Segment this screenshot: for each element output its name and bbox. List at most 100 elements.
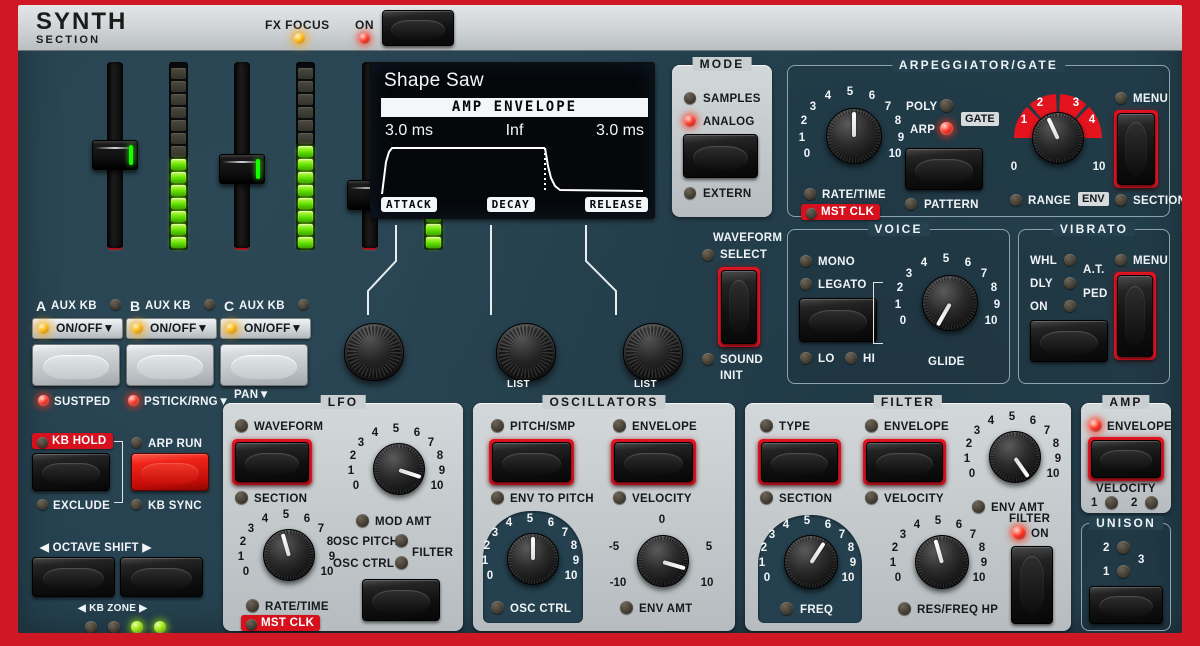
amp-envelope-button[interactable] <box>1091 440 1161 478</box>
amp-velocity-num-1: 1 <box>1091 497 1098 509</box>
lcd-display[interactable]: Shape Saw AMP ENVELOPE 3.0 ms Inf 3.0 ms… <box>370 62 655 219</box>
lfo-waveform-button-hl[interactable] <box>232 439 312 485</box>
vibrato-menu-button[interactable] <box>1117 275 1153 357</box>
glide-knob[interactable] <box>922 275 978 331</box>
fader-a-cap[interactable] <box>92 140 138 170</box>
filter-type-button-hl[interactable] <box>758 439 841 485</box>
osc-ctrl-knob[interactable] <box>507 533 559 585</box>
filter-section-label: SECTION <box>779 493 832 505</box>
filter-module: FILTER TYPE SECTION ENVELOPE VELOCITY 0 … <box>745 403 1071 631</box>
aux-kb-b-letter: B <box>130 298 140 314</box>
osc-velocity-label: VELOCITY <box>632 493 692 505</box>
glide-bracket <box>873 282 883 344</box>
arp-menu-led <box>1115 92 1127 104</box>
filter-type-button[interactable] <box>761 442 838 482</box>
osc-envelope-label: ENVELOPE <box>632 421 697 433</box>
aux-kb-a-onoff-text: ON/OFF <box>56 321 103 335</box>
kb-hold-button[interactable] <box>32 453 110 491</box>
osc-pitch-button[interactable] <box>492 442 571 482</box>
kb-sync-label: KB SYNC <box>148 500 202 512</box>
aux-kb-b-button[interactable] <box>126 344 214 386</box>
exclude-led <box>37 499 48 510</box>
osc-env-amt-pointer <box>662 560 685 570</box>
lcd-btn-decay[interactable]: DECAY <box>487 197 535 212</box>
glide-knob-group: 0 1 2 3 4 5 6 7 8 9 10 <box>898 255 1002 359</box>
mode-button[interactable] <box>683 134 758 178</box>
voice-button[interactable] <box>799 298 877 342</box>
mode-extern-led <box>684 187 696 199</box>
lfo-dest-button[interactable] <box>362 579 440 621</box>
waveform-select-button[interactable] <box>721 270 757 344</box>
fader-b-cap[interactable] <box>219 154 265 184</box>
arp-range-knob[interactable] <box>1032 112 1084 164</box>
arp-section-button-hl[interactable] <box>1114 110 1158 188</box>
encoder-release[interactable] <box>623 323 683 381</box>
lfo-rate-knob[interactable] <box>263 529 315 581</box>
aux-kb-a-button[interactable] <box>32 344 120 386</box>
arp-pattern-button[interactable] <box>905 148 983 190</box>
synth-panel-root: SYNTH SECTION FX FOCUS ON <box>0 0 1200 646</box>
arp-mst-clk-led <box>806 208 817 219</box>
aux-kb-a-label: AUX KB <box>51 300 97 312</box>
osc-ctrl-pointer <box>531 537 535 560</box>
fader-a-slot[interactable] <box>107 62 123 250</box>
arp-section-button[interactable] <box>1117 113 1155 185</box>
octave-shift-down-button[interactable] <box>32 557 115 597</box>
octave-shift-up-button[interactable] <box>120 557 203 597</box>
arp-rate-led <box>804 188 816 200</box>
osc-envelope-button-hl[interactable] <box>611 439 696 485</box>
lfo-mod-amt-knob[interactable] <box>373 443 425 495</box>
osc-envelope-led <box>613 419 626 432</box>
lcd-btn-attack[interactable]: ATTACK <box>381 197 437 212</box>
vibrato-button[interactable] <box>1030 320 1108 362</box>
filter-freq-knob[interactable] <box>784 535 838 589</box>
front-panel: SYNTH SECTION FX FOCUS ON <box>18 5 1182 633</box>
osc-envelope-button[interactable] <box>614 442 693 482</box>
lfo-osc-ctrl-led <box>395 556 408 569</box>
osc-pitch-smp-label: PITCH/SMP <box>510 421 575 433</box>
voice-legato-led <box>800 278 812 290</box>
osc-velocity-led <box>613 491 626 504</box>
filter-on-line1: FILTER <box>1009 513 1050 525</box>
voice-legato-label: LEGATO <box>818 279 867 291</box>
vibrato-on-led <box>1064 300 1076 312</box>
aux-kb-c-button[interactable] <box>220 344 308 386</box>
lfo-waveform-button[interactable] <box>235 442 309 482</box>
osc-ctrl-led <box>491 601 504 614</box>
osc-env-amt-knob[interactable] <box>637 535 689 587</box>
kb-sync-led <box>131 499 142 510</box>
encoder-attack[interactable] <box>344 323 404 381</box>
oscillators-module: OSCILLATORS PITCH/SMP ENV TO PITCH ENVEL… <box>473 403 735 631</box>
on-button[interactable] <box>382 10 454 46</box>
osc-ctrl-group: 0 1 2 3 4 5 6 7 8 9 10 <box>485 513 581 609</box>
sound-init-line1: SOUND <box>720 354 763 366</box>
lcd-btn-release[interactable]: RELEASE <box>585 197 648 212</box>
filter-envelope-button[interactable] <box>866 442 943 482</box>
filter-env-amt-knob[interactable] <box>989 431 1041 483</box>
waveform-select-button-hl[interactable] <box>718 267 760 347</box>
vibrato-menu-button-hl[interactable] <box>1114 272 1156 360</box>
arp-section-led <box>1115 194 1127 206</box>
vibrato-whl-led <box>1064 254 1076 266</box>
filter-on-button[interactable] <box>1011 546 1053 624</box>
filter-type-led <box>760 419 773 432</box>
arp-poly-label: POLY <box>906 101 937 113</box>
lcd-soft-buttons: ATTACK DECAY RELEASE <box>381 197 648 212</box>
filter-res-knob[interactable] <box>915 535 969 589</box>
filter-envelope-button-hl[interactable] <box>863 439 946 485</box>
fader-b-slot[interactable] <box>234 62 250 250</box>
aux-kb-b-onoff-text: ON/OFF <box>150 321 197 335</box>
amp-title: AMP <box>1102 395 1149 409</box>
aux-kb-c-onoff-led <box>226 323 237 334</box>
osc-pitch-button-hl[interactable] <box>489 439 574 485</box>
arpeggiator-title: ARPEGGIATOR/GATE <box>892 58 1065 72</box>
arp-range-led <box>1010 194 1022 206</box>
lfo-section-label: SECTION <box>254 493 307 505</box>
amp-envelope-button-hl[interactable] <box>1088 437 1164 481</box>
unison-button[interactable] <box>1089 586 1163 624</box>
arp-rate-knob[interactable] <box>826 108 882 164</box>
kb-sync-button[interactable] <box>131 453 209 491</box>
encoder-decay[interactable] <box>496 323 556 381</box>
unison-title: UNISON <box>1089 516 1163 530</box>
vibrato-module: VIBRATO WHL DLY ON A.T. PED MENU <box>1018 229 1170 384</box>
